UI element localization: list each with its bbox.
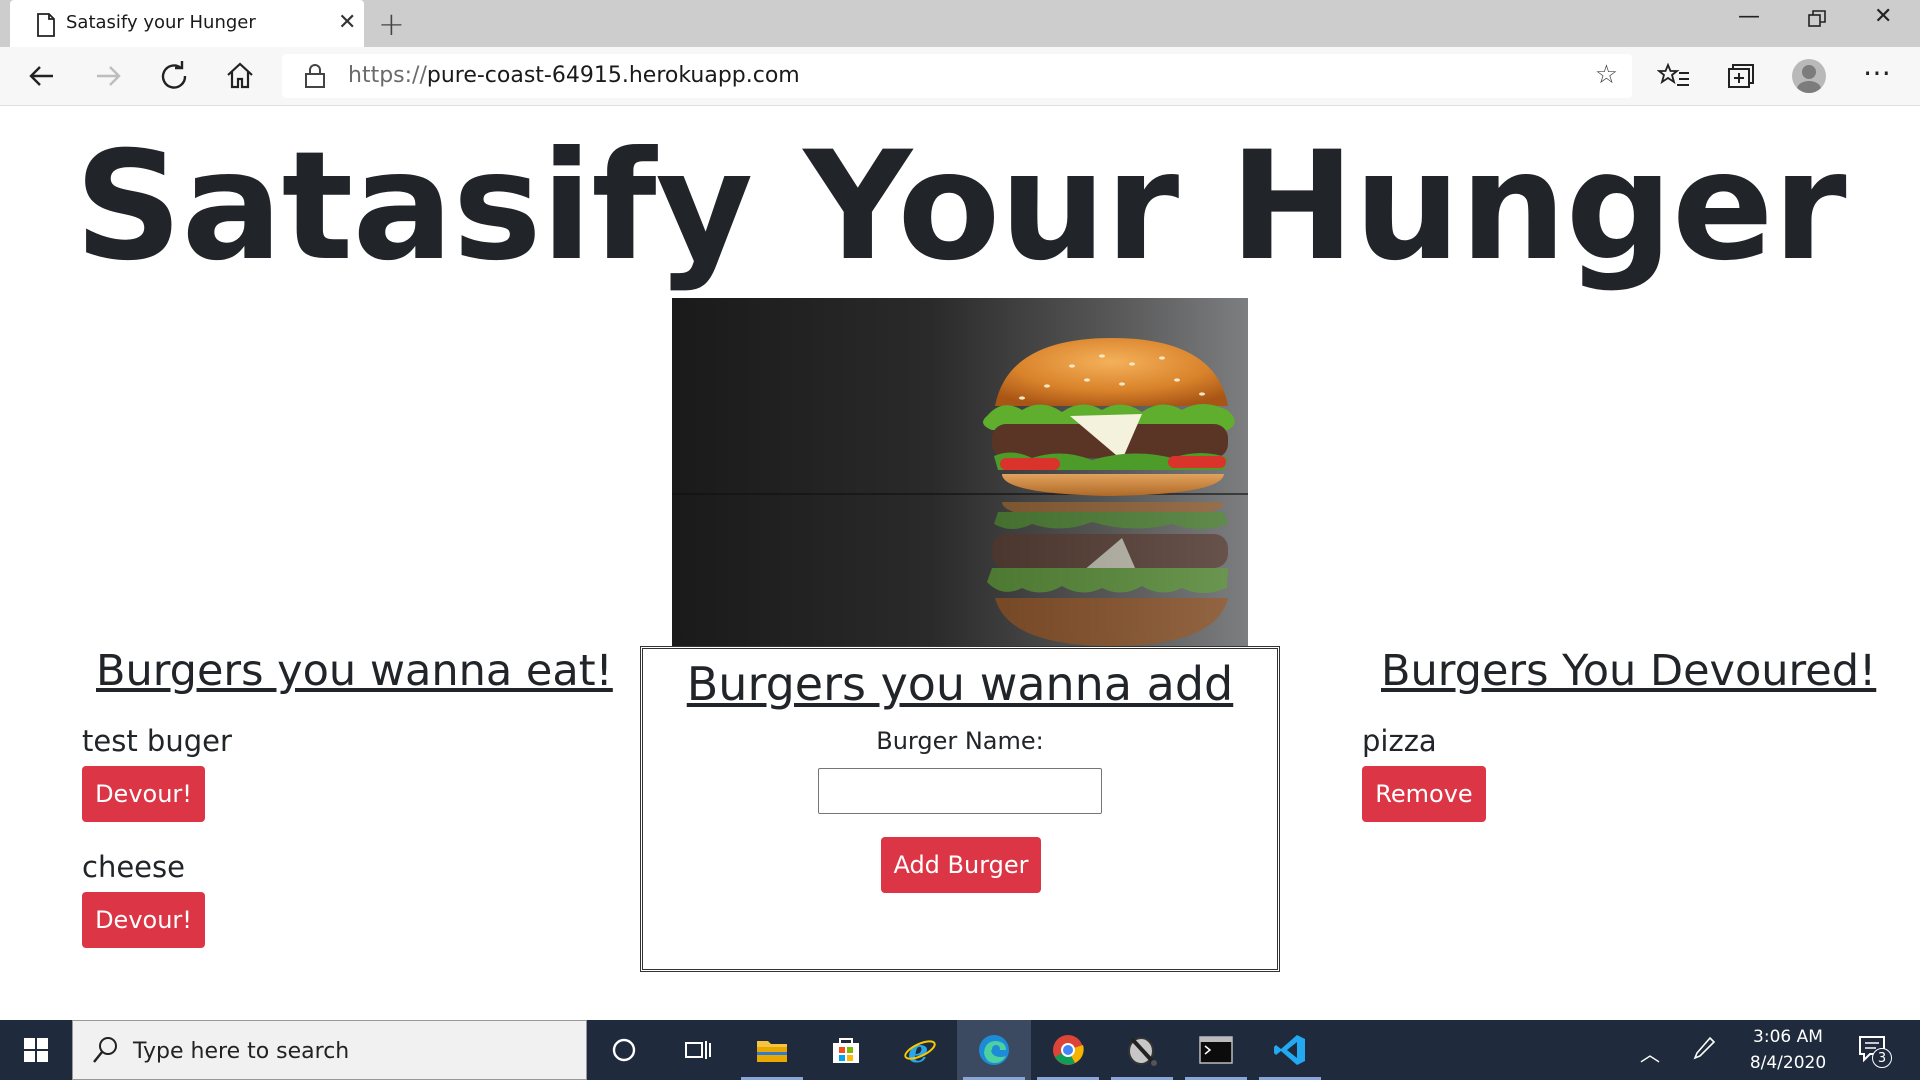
clock-date: 8/4/2020 bbox=[1749, 1053, 1827, 1073]
task-view-icon[interactable] bbox=[661, 1020, 735, 1080]
notifications-icon[interactable]: 3 bbox=[1858, 1034, 1892, 1069]
cortana-icon[interactable] bbox=[587, 1020, 661, 1080]
windows-taskbar: Type here to search e ︿ 3:06 AM 8/4/2020… bbox=[0, 1020, 1920, 1080]
burger-name-input[interactable] bbox=[818, 768, 1102, 814]
url-text: https://pure-coast-64915.herokuapp.com bbox=[348, 63, 800, 88]
close-window-icon[interactable]: ✕ bbox=[1874, 4, 1892, 29]
favorites-icon[interactable] bbox=[1657, 59, 1691, 93]
taskbar-search[interactable]: Type here to search bbox=[72, 1020, 587, 1080]
more-options-icon[interactable]: ⋯ bbox=[1860, 55, 1894, 89]
microsoft-store-icon[interactable] bbox=[809, 1020, 883, 1080]
home-icon[interactable] bbox=[223, 59, 257, 93]
burger-name-label: Burger Name: bbox=[876, 727, 1044, 755]
add-burger-button[interactable]: Add Burger bbox=[881, 837, 1041, 893]
taskbar-clock[interactable]: 3:06 AM 8/4/2020 bbox=[1738, 1024, 1838, 1076]
tab-title: Satasify your Hunger bbox=[66, 12, 256, 33]
profile-avatar[interactable] bbox=[1792, 59, 1826, 93]
windows-logo-icon bbox=[24, 1038, 48, 1062]
wanna-eat-heading: Burgers you wanna eat! bbox=[96, 646, 613, 696]
browser-tab[interactable]: Satasify your Hunger ✕ bbox=[10, 0, 364, 47]
back-icon[interactable] bbox=[25, 59, 59, 93]
svg-text:e: e bbox=[908, 1034, 928, 1066]
screen-sketch-icon[interactable] bbox=[1105, 1020, 1179, 1080]
devoured-item-name: pizza bbox=[1362, 724, 1437, 758]
favorite-star-icon[interactable]: ☆ bbox=[1595, 60, 1618, 90]
notification-count-badge: 3 bbox=[1872, 1048, 1892, 1068]
collections-icon[interactable] bbox=[1723, 59, 1757, 93]
clock-time: 3:06 AM bbox=[1753, 1027, 1823, 1047]
remove-button[interactable]: Remove bbox=[1362, 766, 1486, 822]
start-button[interactable] bbox=[0, 1020, 72, 1080]
minimize-icon[interactable]: — bbox=[1738, 4, 1760, 29]
address-bar[interactable]: https://pure-coast-64915.herokuapp.com ☆ bbox=[282, 54, 1632, 98]
show-hidden-icons-chevron[interactable]: ︿ bbox=[1640, 1038, 1660, 1067]
page-icon bbox=[37, 13, 55, 37]
devour-button[interactable]: Devour! bbox=[82, 766, 205, 822]
pen-workspace-icon[interactable] bbox=[1692, 1036, 1716, 1062]
browser-toolbar: https://pure-coast-64915.herokuapp.com ☆… bbox=[0, 47, 1920, 106]
close-tab-icon[interactable]: ✕ bbox=[338, 10, 356, 35]
devoured-heading: Burgers You Devoured! bbox=[1381, 646, 1877, 696]
edge-browser-icon[interactable] bbox=[957, 1020, 1031, 1080]
add-burger-panel: Burgers you wanna add Burger Name: Add B… bbox=[640, 646, 1280, 972]
add-burger-heading: Burgers you wanna add bbox=[686, 657, 1234, 711]
restore-icon[interactable] bbox=[1808, 10, 1826, 28]
burger-item-name: cheese bbox=[82, 850, 185, 884]
vscode-icon[interactable] bbox=[1253, 1020, 1327, 1080]
burger-item-name: test buger bbox=[82, 724, 232, 758]
file-explorer-icon[interactable] bbox=[735, 1020, 809, 1080]
refresh-icon[interactable] bbox=[157, 59, 191, 93]
page-title: Satasify Your Hunger bbox=[74, 120, 1846, 294]
internet-explorer-icon[interactable]: e bbox=[883, 1020, 957, 1080]
search-icon bbox=[93, 1037, 117, 1063]
lock-icon[interactable] bbox=[304, 63, 326, 89]
search-placeholder: Type here to search bbox=[133, 1039, 350, 1064]
browser-tab-strip: Satasify your Hunger ✕ + — ✕ bbox=[0, 0, 1920, 47]
chrome-icon[interactable] bbox=[1031, 1020, 1105, 1080]
devour-button[interactable]: Devour! bbox=[82, 892, 205, 948]
forward-icon[interactable] bbox=[91, 59, 125, 93]
new-tab-icon[interactable]: + bbox=[378, 5, 405, 43]
terminal-icon[interactable] bbox=[1179, 1020, 1253, 1080]
burger-image bbox=[672, 298, 1248, 646]
